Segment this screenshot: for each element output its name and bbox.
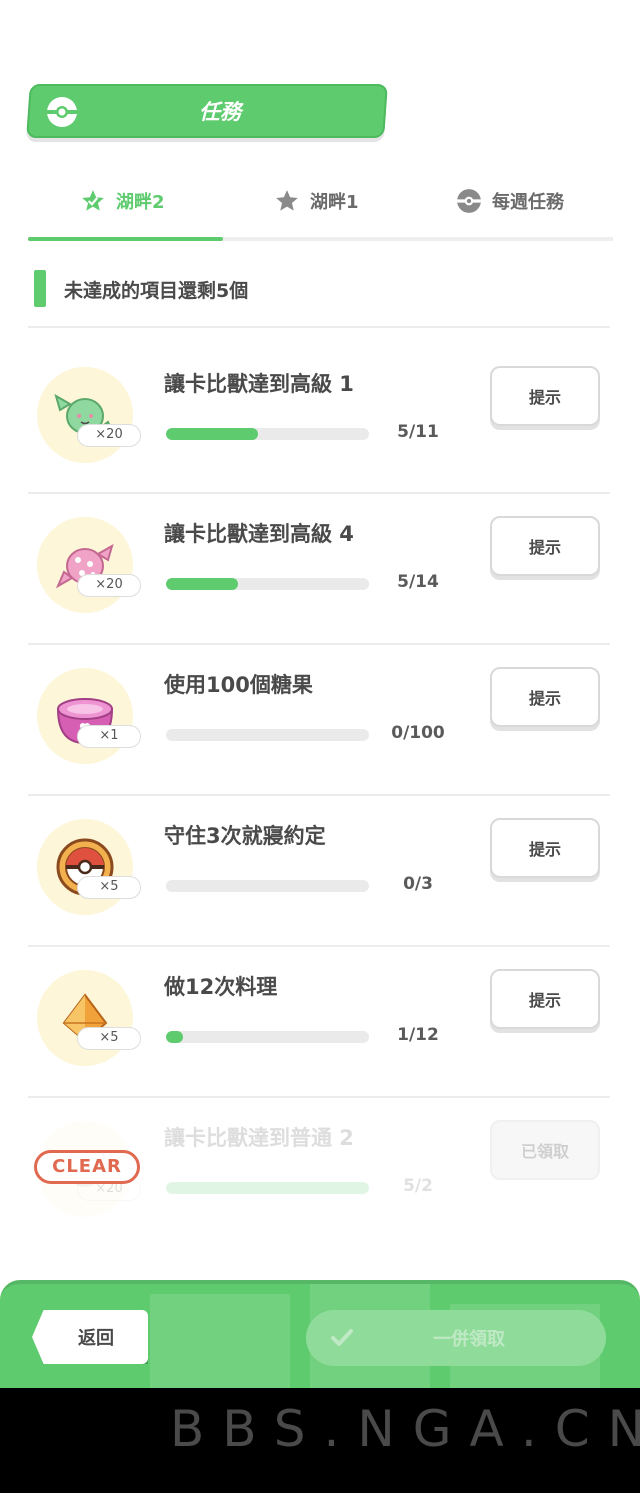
task-title: 使用100個糖果 <box>164 673 313 697</box>
task-title: 讓卡比獸達到高級 1 <box>164 372 354 396</box>
task-row: ×20 讓卡比獸達到高級 1 5/11 提示 <box>28 344 610 494</box>
progress-text: 1/12 <box>397 1025 439 1045</box>
progress-text: 5/11 <box>397 422 439 442</box>
task-title: 守住3次就寢約定 <box>164 824 326 848</box>
tab-bar: 湖畔2 湖畔1 每週任務 <box>28 176 613 242</box>
back-button-label[interactable]: 返回 <box>32 1310 148 1364</box>
tab-label: 湖畔2 <box>116 192 165 213</box>
progress-fill <box>166 1031 183 1043</box>
poke-ball-icon <box>457 189 481 213</box>
claimed-button: 已領取 <box>490 1120 600 1180</box>
hint-button[interactable]: 提示 <box>490 667 600 727</box>
progress-text: 5/2 <box>403 1176 433 1196</box>
remaining-count-text: 未達成的項目還剩5個 <box>64 280 249 302</box>
progress-bar <box>166 578 369 590</box>
tab-label: 湖畔1 <box>310 192 359 213</box>
hint-button[interactable]: 提示 <box>490 366 600 426</box>
clear-stamp: CLEAR <box>34 1150 140 1184</box>
progress-text: 5/14 <box>397 572 439 592</box>
tab-lakeside-2[interactable]: 湖畔2 <box>80 176 165 226</box>
tab-weekly[interactable]: 每週任務 <box>456 176 564 226</box>
reward-quantity: ×20 <box>77 424 141 447</box>
mission-screen: 任務 湖畔2 湖畔1 每週任務 未達成的項目還剩5個 ×20 讓卡比獸達到高級 … <box>0 0 640 1493</box>
star-icon <box>276 190 298 211</box>
task-row: ×20 讓卡比獸達到高級 4 5/14 提示 <box>28 494 610 644</box>
progress-bar <box>166 428 369 440</box>
claim-all-button[interactable]: 一併領取 <box>306 1310 606 1366</box>
task-row: ×1 使用100個糖果 0/100 提示 <box>28 645 610 795</box>
tab-label: 每週任務 <box>492 192 564 213</box>
poke-ball-icon <box>47 97 77 127</box>
active-tab-indicator <box>28 237 223 241</box>
task-title: 讓卡比獸達到普通 2 <box>164 1126 354 1150</box>
progress-fill <box>166 1182 369 1194</box>
progress-bar <box>166 880 369 892</box>
reward-quantity: ×1 <box>77 725 141 748</box>
hint-button[interactable]: 提示 <box>490 516 600 576</box>
page-title: 任務 <box>199 100 241 124</box>
progress-fill <box>166 578 239 590</box>
progress-text: 0/3 <box>403 874 433 894</box>
progress-bar <box>166 1182 369 1194</box>
hint-button[interactable]: 提示 <box>490 969 600 1029</box>
star-icon <box>82 190 104 211</box>
progress-fill <box>166 428 259 440</box>
watermark-text: BBS.NGA.CN <box>170 1400 640 1458</box>
task-row: ×5 守住3次就寢約定 0/3 提示 <box>28 796 610 946</box>
check-icon <box>331 1329 353 1346</box>
task-row: ×5 做12次料理 1/12 提示 <box>28 947 610 1097</box>
divider <box>28 326 610 328</box>
task-title: 讓卡比獸達到高級 4 <box>164 522 354 546</box>
section-marker <box>34 270 46 307</box>
progress-text: 0/100 <box>391 723 445 743</box>
task-title: 做12次料理 <box>164 975 278 999</box>
progress-bar <box>166 1031 369 1043</box>
reward-quantity: ×5 <box>77 876 141 899</box>
reward-quantity: ×20 <box>77 574 141 597</box>
hint-button[interactable]: 提示 <box>490 818 600 878</box>
progress-bar <box>166 729 369 741</box>
task-row-completed: ×20 CLEAR 讓卡比獸達到普通 2 5/2 已領取 <box>28 1098 610 1248</box>
reward-quantity: ×5 <box>77 1027 141 1050</box>
tab-lakeside-1[interactable]: 湖畔1 <box>274 176 359 226</box>
